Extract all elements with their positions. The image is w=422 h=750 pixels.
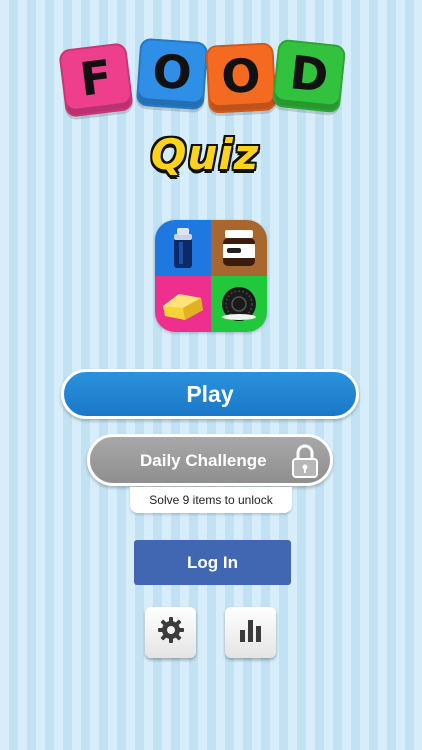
food-category-icon	[155, 220, 267, 332]
lock-icon	[286, 441, 324, 481]
logo-subtitle: Quiz	[150, 130, 260, 179]
daily-challenge-label: Daily Challenge	[140, 451, 267, 470]
logo-tile-d: D	[271, 38, 347, 114]
play-button[interactable]: Play	[61, 369, 359, 419]
login-button[interactable]: Log In	[134, 540, 291, 585]
game-logo: F O O D Quiz	[0, 37, 422, 188]
gear-icon	[157, 616, 185, 649]
cookie-icon	[211, 276, 267, 332]
bar-chart-icon	[237, 616, 265, 649]
snack-cake-icon	[155, 276, 211, 332]
logo-letter: O	[219, 48, 262, 104]
logo-letter: O	[150, 43, 194, 101]
settings-button[interactable]	[145, 607, 196, 658]
logo-letter: D	[287, 45, 332, 103]
unlock-requirement-note: Solve 9 items to unlock	[130, 487, 292, 513]
daily-challenge-button[interactable]: Daily Challenge	[87, 434, 333, 486]
logo-tile-o: O	[135, 37, 209, 111]
chocolate-spread-jar-icon	[211, 220, 267, 276]
stats-button[interactable]	[225, 607, 276, 658]
logo-tile-f: F	[58, 42, 134, 118]
logo-tile-o: O	[205, 42, 277, 114]
logo-letter: F	[76, 49, 115, 107]
soda-can-icon	[155, 220, 211, 276]
